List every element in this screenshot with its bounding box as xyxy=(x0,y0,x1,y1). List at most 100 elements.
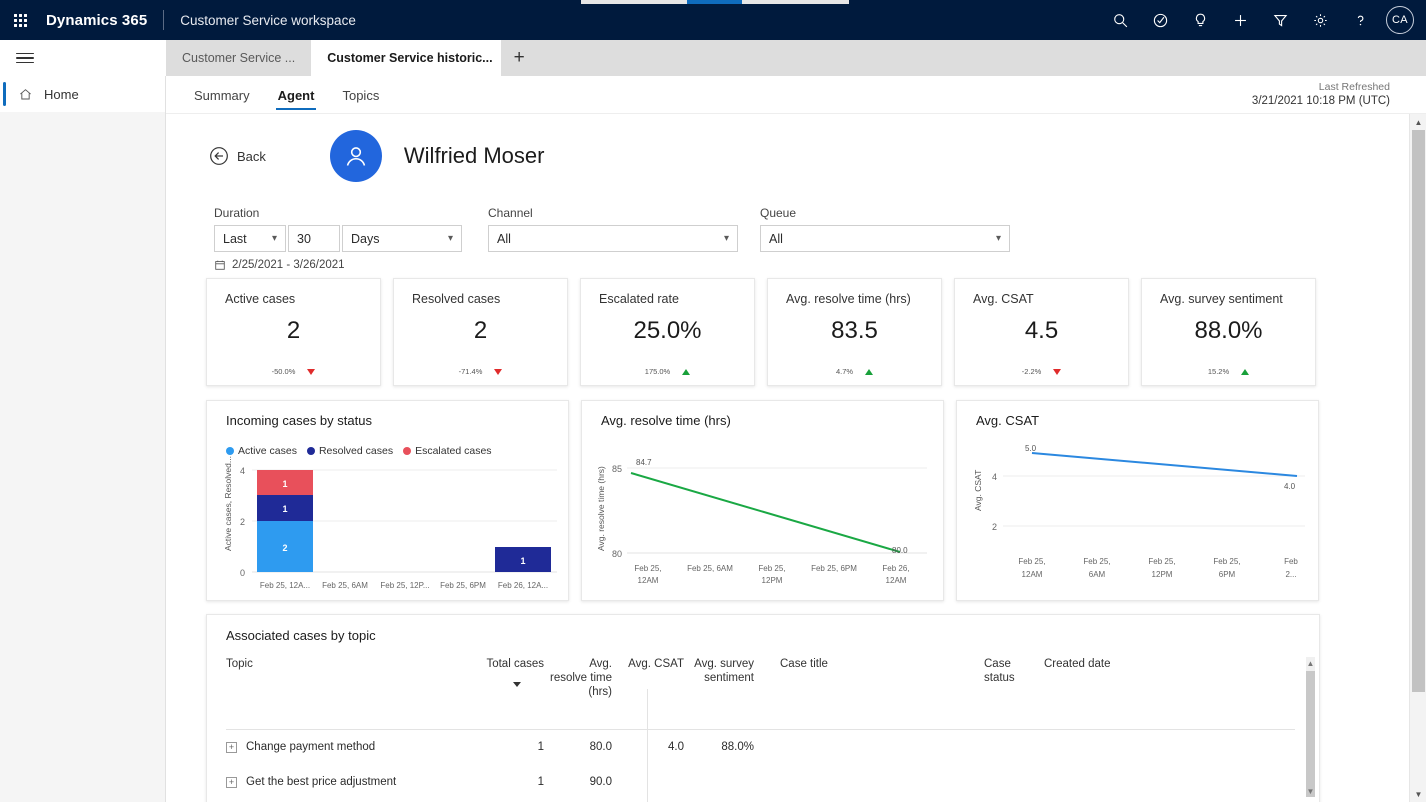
kpi-value: 25.0% xyxy=(633,317,702,344)
channel-select[interactable]: All ▾ xyxy=(488,225,738,252)
column-header-avg-csat[interactable]: Avg. CSAT xyxy=(612,657,684,671)
column-header-case-title[interactable]: Case title xyxy=(754,657,984,671)
expand-icon[interactable]: + xyxy=(226,777,237,789)
kpi-card-active-cases[interactable]: Active cases 2 -50.0% xyxy=(206,278,381,386)
table-associated-cases-by-topic: Associated cases by topic Topic Total ca… xyxy=(206,614,1320,802)
settings-icon[interactable] xyxy=(1300,0,1340,40)
user-avatar[interactable]: CA xyxy=(1386,6,1414,34)
kpi-delta: -71.4% xyxy=(394,367,567,376)
scroll-up-icon[interactable]: ▲ xyxy=(1410,114,1426,130)
duration-relative-value: Last xyxy=(223,231,247,246)
assistant-icon[interactable] xyxy=(1140,0,1180,40)
chart-avg-csat[interactable]: Avg. CSAT Avg. CSAT 4 2 5.0 4.0 Feb 25, … xyxy=(956,400,1319,601)
app-launcher-button[interactable] xyxy=(0,0,40,40)
sidebar-item-home[interactable]: Home xyxy=(0,76,165,112)
page-scrollbar[interactable]: ▲ ▼ xyxy=(1409,114,1426,802)
x-tick-0-line2: 12AM xyxy=(638,576,659,585)
duration-filter: Duration Last ▾ 30 Days ▾ 2/25/2021 - 3/… xyxy=(214,206,474,271)
expand-icon[interactable]: + xyxy=(226,742,237,754)
x-tick-1-line1: Feb 25, xyxy=(1083,557,1110,566)
column-header-created-date[interactable]: Created date xyxy=(1044,657,1144,671)
tab-topics[interactable]: Topics xyxy=(332,76,389,114)
y-axis-title: Avg. CSAT xyxy=(973,470,983,511)
table-row[interactable]: + Get the best price adjustment 1 90.0 xyxy=(226,765,1295,800)
scroll-up-icon[interactable]: ▲ xyxy=(1306,657,1315,669)
kpi-value: 88.0% xyxy=(1194,317,1263,344)
cell-topic-label: Get the best price adjustment xyxy=(246,775,397,788)
table-scrollbar-thumb[interactable] xyxy=(1306,671,1315,797)
y-tick-85: 85 xyxy=(612,464,622,474)
kpi-delta-text: -2.2% xyxy=(1021,367,1042,376)
column-header-avg-resolve-time[interactable]: Avg. resolve time (hrs) xyxy=(544,657,612,699)
last-refreshed: Last Refreshed 3/21/2021 10:18 PM (UTC) xyxy=(1252,80,1390,110)
queue-select[interactable]: All ▾ xyxy=(760,225,1010,252)
scroll-down-icon[interactable]: ▼ xyxy=(1410,786,1426,802)
kpi-title: Avg. resolve time (hrs) xyxy=(786,292,911,306)
duration-unit-value: Days xyxy=(351,231,380,246)
column-header-case-status[interactable]: Case status xyxy=(984,657,1044,685)
column-header-topic[interactable]: Topic xyxy=(226,657,469,671)
chart-avg-resolve-time[interactable]: Avg. resolve time (hrs) Avg. resolve tim… xyxy=(581,400,944,601)
bar-label-escalated: 1 xyxy=(282,479,287,489)
x-tick-3-line2: 6PM xyxy=(1219,570,1236,579)
x-tick-3: Feb 25, 6PM xyxy=(811,564,857,573)
new-tab-button[interactable]: + xyxy=(501,40,538,76)
column-header-avg-survey-sentiment[interactable]: Avg. survey sentiment xyxy=(684,657,754,685)
x-tick-0-line1: Feb 25, xyxy=(634,564,661,573)
app-name-label: Customer Service workspace xyxy=(180,12,356,28)
column-header-total-cases[interactable]: Total cases xyxy=(469,657,544,688)
filter-icon[interactable] xyxy=(1260,0,1300,40)
session-tab-strip: Customer Service ... Customer Service hi… xyxy=(0,40,1426,76)
tabs-container: Customer Service ... Customer Service hi… xyxy=(166,40,538,76)
sort-descending-icon xyxy=(513,682,521,688)
add-icon[interactable] xyxy=(1220,0,1260,40)
queue-label: Queue xyxy=(760,206,797,220)
channel-label: Channel xyxy=(488,206,533,220)
kpi-card-avg-resolve-time[interactable]: Avg. resolve time (hrs) 83.5 4.7% xyxy=(767,278,942,386)
kpi-card-avg-survey-sentiment[interactable]: Avg. survey sentiment 88.0% 15.2% xyxy=(1141,278,1316,386)
search-icon[interactable] xyxy=(1100,0,1140,40)
duration-amount-input[interactable]: 30 xyxy=(288,225,340,252)
nav-toggle-cell xyxy=(0,40,166,76)
point-label-start: 84.7 xyxy=(636,458,652,467)
y-tick-4: 4 xyxy=(992,472,997,482)
tab-customer-service-historical[interactable]: Customer Service historic... ✕ xyxy=(311,40,516,76)
kpi-delta: -50.0% xyxy=(207,367,380,376)
kpi-card-resolved-cases[interactable]: Resolved cases 2 -71.4% xyxy=(393,278,568,386)
page-scrollbar-thumb[interactable] xyxy=(1412,130,1425,692)
x-tick-2-line1: Feb 25, xyxy=(1148,557,1175,566)
help-icon[interactable] xyxy=(1340,0,1380,40)
line-series-avg-csat xyxy=(1031,452,1298,477)
cell-total-cases: 1 xyxy=(537,775,544,788)
x-tick-4-line1: Feb 26, xyxy=(882,564,909,573)
x-tick-0-line1: Feb 25, xyxy=(1018,557,1045,566)
chart-incoming-cases-by-status[interactable]: Incoming cases by status Active cases Re… xyxy=(206,400,569,601)
duration-relative-select[interactable]: Last ▾ xyxy=(214,225,286,252)
lightbulb-icon[interactable] xyxy=(1180,0,1220,40)
back-button[interactable]: Back xyxy=(208,145,266,167)
kpi-value: 83.5 xyxy=(831,317,878,344)
date-range-text: 2/25/2021 - 3/26/2021 xyxy=(232,259,345,271)
hamburger-menu-icon[interactable] xyxy=(10,43,40,73)
cell-topic: + Get the best price adjustment xyxy=(226,776,469,790)
table-scrollbar[interactable]: ▲ ▼ xyxy=(1306,657,1315,797)
y-tick-2: 2 xyxy=(992,522,997,532)
loading-progress-fill xyxy=(687,0,742,4)
table-row[interactable]: + Change payment method 1 80.0 4.0 88.0% xyxy=(226,730,1295,765)
duration-unit-select[interactable]: Days ▾ xyxy=(342,225,462,252)
scroll-down-icon[interactable]: ▼ xyxy=(1306,785,1315,797)
last-refreshed-value: 3/21/2021 10:18 PM (UTC) xyxy=(1251,95,1390,108)
last-refreshed-label: Last Refreshed xyxy=(1318,81,1390,93)
page-title: Wilfried Moser xyxy=(403,143,545,168)
sidebar-item-label: Home xyxy=(44,86,79,102)
tab-customer-service[interactable]: Customer Service ... xyxy=(166,40,312,76)
kpi-title: Active cases xyxy=(225,292,296,306)
chart-plot-area: Active cases, Resolved... 4 2 0 2 1 1 1 … xyxy=(223,456,557,590)
chart-plot-area: Avg. CSAT 4 2 5.0 4.0 Feb 25, 12AM Feb 2… xyxy=(973,444,1305,579)
kpi-card-escalated-rate[interactable]: Escalated rate 25.0% 175.0% xyxy=(580,278,755,386)
tab-agent[interactable]: Agent xyxy=(268,76,325,114)
tab-summary[interactable]: Summary xyxy=(184,76,260,114)
cell-avg-resolve-time: 90.0 xyxy=(589,775,612,788)
queue-value: All xyxy=(769,231,783,246)
kpi-card-avg-csat[interactable]: Avg. CSAT 4.5 -2.2% xyxy=(954,278,1129,386)
